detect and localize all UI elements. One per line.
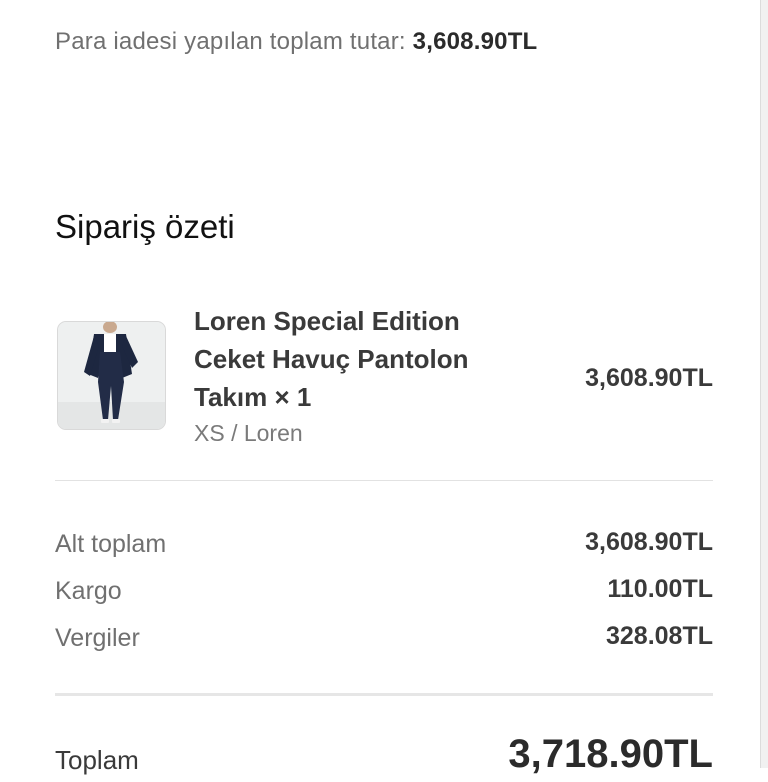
refund-total: Para iadesi yapılan toplam tutar: 3,608.…	[55, 28, 537, 56]
total-label: Toplam	[55, 745, 139, 775]
scrollbar-track	[760, 0, 768, 768]
subtotal-label: Alt toplam	[55, 530, 167, 558]
subtotal-value: 3,608.90TL	[585, 528, 713, 556]
product-name: Loren Special Edition Ceket Havuç Pantol…	[194, 306, 469, 412]
refund-total-amount: 3,608.90TL	[412, 28, 538, 55]
shipping-row: Kargo 110.00TL	[55, 575, 713, 609]
divider	[55, 693, 713, 696]
subtotal-row: Alt toplam 3,608.90TL	[55, 528, 713, 562]
total-row: Toplam 3,718.90TL	[55, 732, 713, 782]
shipping-label: Kargo	[55, 577, 122, 605]
total-value: 3,718.90TL	[508, 732, 713, 776]
order-summary-title: Sipariş özeti	[55, 208, 235, 245]
taxes-row: Vergiler 328.08TL	[55, 622, 713, 656]
divider	[55, 480, 713, 481]
product-image[interactable]	[57, 321, 166, 430]
taxes-label: Vergiler	[55, 624, 140, 652]
product-variant: XS / Loren	[194, 420, 303, 446]
taxes-value: 328.08TL	[605, 622, 713, 650]
shipping-value: 110.00TL	[607, 575, 713, 603]
refund-total-label: Para iadesi yapılan toplam tutar:	[55, 28, 406, 55]
product-price: 3,608.90TL	[585, 364, 713, 392]
product-photo-icon	[58, 322, 165, 429]
